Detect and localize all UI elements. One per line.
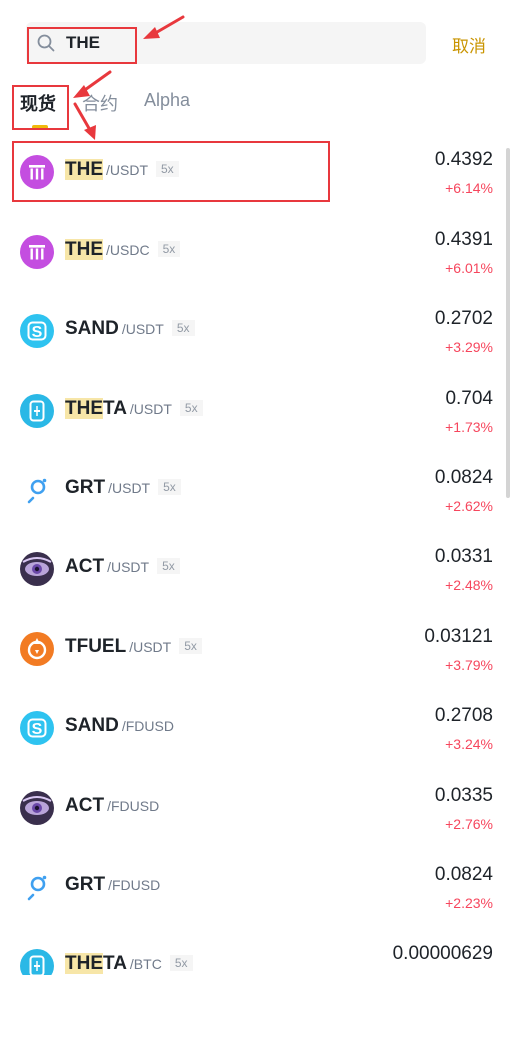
arrow-to-tab [80,70,112,94]
annotation-arrows [73,15,185,140]
arrow-to-result [73,102,92,132]
